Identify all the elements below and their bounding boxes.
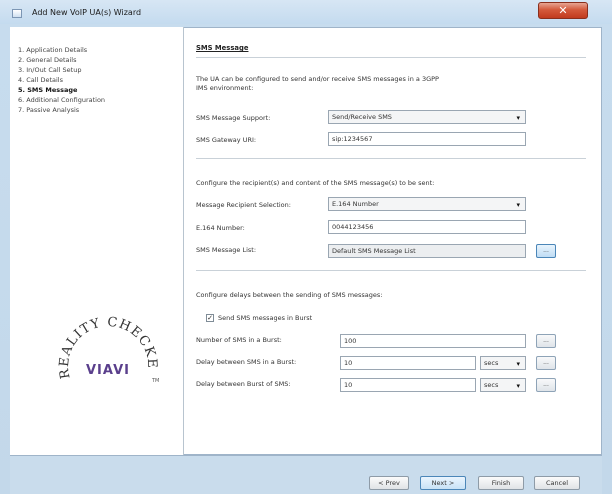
prev-button[interactable]: < Prev (369, 476, 409, 490)
reality-checked-logo: REALITY CHECKED TM VIAVI (48, 312, 159, 384)
step-call-details[interactable]: 4. Call Details (18, 76, 63, 84)
num-sms-label: Number of SMS in a Burst: (196, 336, 282, 344)
sms-support-value: Send/Receive SMS (332, 113, 392, 121)
burst-checkbox-label: Send SMS messages in Burst (218, 314, 313, 322)
next-button[interactable]: Next > (420, 476, 466, 490)
footer-divider (10, 455, 602, 456)
msg-list-label: SMS Message List: (196, 246, 257, 254)
gateway-label: SMS Gateway URI: (196, 136, 257, 144)
delay-burst-unit-value: secs (484, 381, 499, 389)
section-divider-1 (196, 158, 586, 159)
finish-button[interactable]: Finish (478, 476, 524, 490)
delay-sms-label: Delay between SMS in a Burst: (196, 358, 297, 366)
delay-burst-unit-select[interactable]: secs ▾ (480, 378, 526, 392)
step-sms-message[interactable]: 5. SMS Message (18, 86, 77, 94)
delay-burst-input[interactable]: 10 (340, 378, 476, 392)
msg-list-browse-button[interactable]: ... (536, 244, 556, 258)
sms-support-label: SMS Message Support: (196, 114, 271, 122)
step-in-out-call-setup[interactable]: 3. In/Out Call Setup (18, 66, 81, 74)
recipient-selection-label: Message Recipient Selection: (196, 201, 291, 209)
header-divider (196, 57, 586, 58)
num-sms-button[interactable]: ... (536, 334, 556, 348)
section-divider-2 (196, 270, 586, 271)
chevron-down-icon: ▾ (516, 114, 520, 122)
recipients-heading: Configure the recipient(s) and content o… (196, 179, 435, 187)
chevron-down-icon: ▾ (516, 201, 520, 209)
delay-sms-unit-value: secs (484, 359, 499, 367)
e164-input[interactable]: 0044123456 (328, 220, 526, 234)
step-application-details[interactable]: 1. Application Details (18, 46, 87, 54)
section-title: SMS Message (196, 44, 249, 52)
step-additional-configuration[interactable]: 6. Additional Configuration (18, 96, 105, 104)
gateway-input[interactable]: sip:1234567 (328, 132, 526, 146)
num-sms-input[interactable]: 100 (340, 334, 526, 348)
sms-support-select[interactable]: Send/Receive SMS ▾ (328, 110, 526, 124)
viavi-brand: VIAVI (86, 363, 130, 378)
delay-sms-button[interactable]: ... (536, 356, 556, 370)
window-title: Add New VoIP UA(s) Wizard (32, 8, 142, 17)
chevron-down-icon: ▾ (516, 360, 520, 368)
burst-checkbox[interactable]: ✓ (206, 314, 214, 322)
logo-tm: TM (151, 378, 159, 384)
intro-text: The UA can be configured to send and/or … (196, 75, 439, 83)
chevron-down-icon: ▾ (516, 382, 520, 390)
close-button[interactable]: ✕ (538, 2, 588, 19)
recipient-selection-value: E.164 Number (332, 200, 379, 208)
delay-sms-input[interactable]: 10 (340, 356, 476, 370)
delay-sms-unit-select[interactable]: secs ▾ (480, 356, 526, 370)
wizard-window-icon (12, 9, 22, 18)
recipient-selection-select[interactable]: E.164 Number ▾ (328, 197, 526, 211)
delays-heading: Configure delays between the sending of … (196, 291, 383, 299)
intro-text-2: IMS environment: (196, 84, 254, 92)
step-general-details[interactable]: 2. General Details (18, 56, 76, 64)
e164-label: E.164 Number: (196, 224, 245, 232)
delay-burst-label: Delay between Burst of SMS: (196, 380, 291, 388)
cancel-button[interactable]: Cancel (534, 476, 580, 490)
msg-list-field: Default SMS Message List (328, 244, 526, 258)
step-passive-analysis[interactable]: 7. Passive Analysis (18, 106, 79, 114)
delay-burst-button[interactable]: ... (536, 378, 556, 392)
